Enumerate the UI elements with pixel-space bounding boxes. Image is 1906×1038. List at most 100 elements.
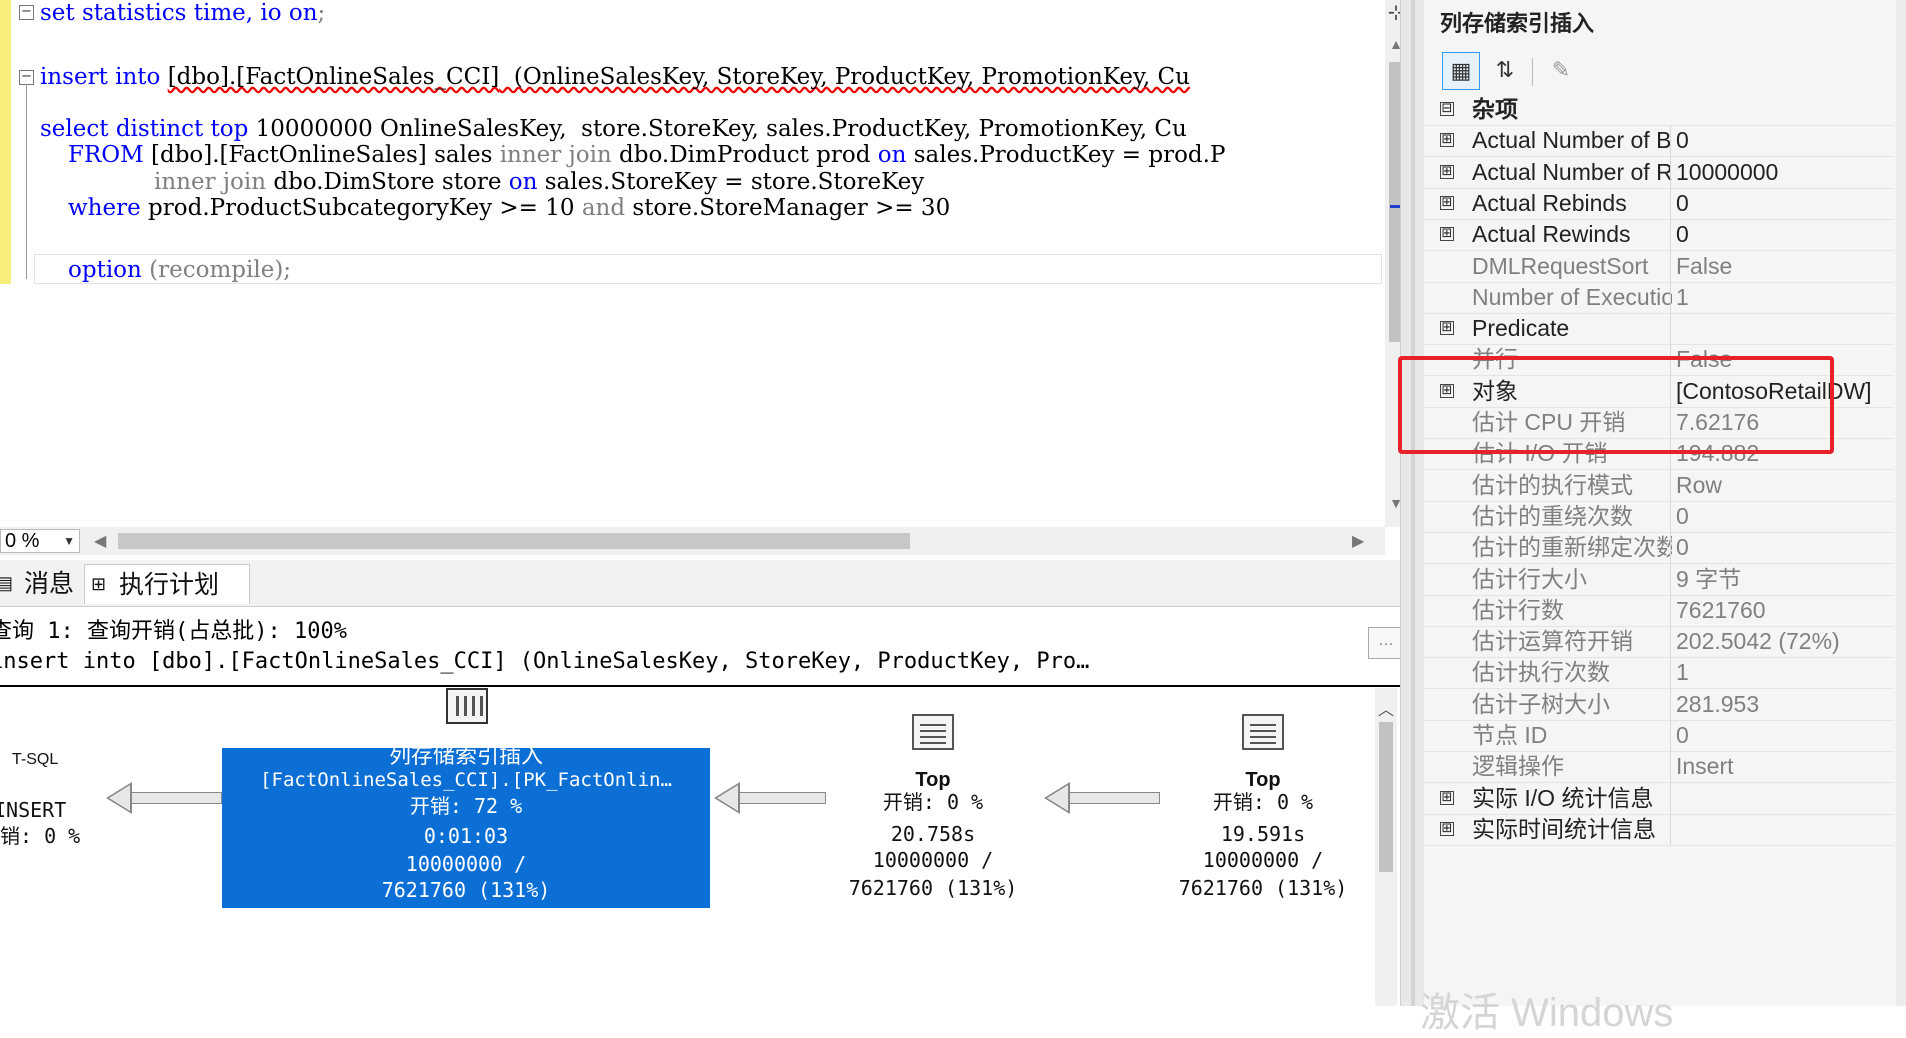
property-value[interactable]: 0 [1676,720,1896,751]
property-row[interactable]: ⊞ Actual Number of Batches0 [1424,125,1894,157]
sql-editor[interactable]: − − set statistics time, io on; insert i… [0,0,1385,527]
property-name: 估计的重绕次数 [1472,503,1633,529]
property-value[interactable]: 281.953 [1676,689,1896,720]
fold-toggle-icon[interactable]: − [19,70,34,85]
property-row[interactable]: Number of Executions1 [1424,282,1894,314]
property-row[interactable]: ⊟ 杂项 [1424,94,1894,126]
scroll-right-icon[interactable]: ▶ [1352,531,1364,551]
property-row[interactable]: 估计的执行模式 Row [1424,470,1894,502]
property-row[interactable]: 估计行大小 9 字节 [1424,564,1894,596]
expand-icon[interactable]: ⊞ [1440,165,1454,179]
property-name: 杂项 [1472,96,1518,122]
fold-toggle-icon[interactable]: − [19,5,34,20]
property-row[interactable]: 估计的重绕次数 0 [1424,501,1894,533]
property-value[interactable]: 0 [1676,219,1896,250]
property-value[interactable]: 0 [1676,532,1896,563]
property-value[interactable]: 1 [1676,657,1896,688]
fold-guide [26,84,27,279]
property-value[interactable]: Row [1676,470,1896,501]
property-row[interactable]: ⊞ 实际 I/O 统计信息 [1424,783,1894,815]
property-name: Actual Rebinds [1472,190,1627,216]
collapse-icon[interactable]: ⊟ [1440,102,1454,116]
columnstore-insert-node[interactable]: 列存储索引插入 [FactOnlineSales_CCI].[PK_FactOn… [222,743,710,908]
expand-icon[interactable]: ⊞ [1440,133,1454,147]
properties-title: 列存储索引插入 [1440,11,1595,36]
expand-icon[interactable]: ⊞ [1440,321,1454,335]
top1-node-cost: 开销: 0 % [882,790,984,814]
wrench-icon[interactable]: ✎ [1542,52,1580,90]
plan-vertical-scrollbar[interactable]: ︿ [1375,688,1397,1006]
properties-toolbar: ▦ ⇅ ✎ [1424,48,1906,96]
execution-plan-canvas[interactable]: T-SQL INSERT 开销: 0 % 列存储索引插入 [FactOnline… [0,688,1375,1006]
property-row[interactable]: 逻辑操作 Insert [1424,751,1894,783]
property-name: Actual Number of Rows [1472,159,1672,185]
property-row[interactable]: ⊞ Actual Rebinds 0 [1424,188,1894,220]
tsql-node-op[interactable]: INSERT [0,796,66,824]
cci-node-time: 0:01:03 [423,824,509,848]
top-operator-icon[interactable] [912,714,954,750]
column-divider [1670,564,1671,595]
tsql-node-cost: 开销: 0 % [0,824,81,848]
tab-execution-plan[interactable]: ⊞ 执行计划 [84,564,250,604]
property-row[interactable]: 估计的重新绑定次数 0 [1424,532,1894,564]
property-name: 估计行大小 [1472,566,1587,592]
property-value[interactable]: 9 字节 [1676,564,1896,595]
expand-icon[interactable]: ⊞ [1440,196,1454,210]
horizontal-scroll-thumb[interactable] [118,533,910,549]
tsql-node-title[interactable]: T-SQL [12,746,72,774]
column-divider [1670,720,1671,751]
property-value[interactable]: 10000000 [1676,157,1896,188]
expand-icon[interactable]: ⊞ [1440,791,1454,805]
property-row[interactable]: 节点 ID 0 [1424,720,1894,752]
property-value[interactable]: 7621760 [1676,595,1896,626]
top2-node-time: 19.591s [1220,822,1306,846]
property-value[interactable]: 0 [1676,188,1896,219]
property-value[interactable]: Insert [1676,751,1896,782]
property-name: 估计行数 [1472,597,1564,623]
chevron-down-icon[interactable]: ▼ [63,530,75,552]
chevron-up-icon[interactable]: ︿ [1375,696,1397,720]
tab-messages[interactable]: ▤ 消息 [0,564,82,604]
expand-icon[interactable]: ⊞ [1440,227,1454,241]
property-row[interactable]: ⊞ Actual Number of Rows10000000 [1424,157,1894,189]
expand-button[interactable]: … [1368,627,1404,659]
top-operator-icon[interactable] [1242,714,1284,750]
columnstore-insert-icon[interactable] [446,688,488,724]
property-value[interactable]: 0 [1676,501,1896,532]
property-name: 估计的重新绑定次数 [1472,534,1672,560]
column-divider [1670,783,1671,814]
property-row[interactable]: ⊞ Actual Rewinds 0 [1424,219,1894,251]
property-name: 估计运算符开销 [1472,628,1633,654]
categorized-icon[interactable]: ▦ [1442,52,1480,90]
code-line-7: option (recompile); [68,257,292,283]
property-name: 估计的执行模式 [1472,472,1633,498]
property-name: 实际 I/O 统计信息 [1472,785,1654,811]
zoom-dropdown[interactable]: 0 % ▼ [0,529,80,553]
plan-scroll-thumb[interactable] [1379,722,1393,872]
pane-splitter[interactable] [1400,0,1424,1006]
property-row[interactable]: 估计运算符开销 202.5042 (72%) [1424,626,1894,658]
property-value[interactable]: False [1676,251,1896,282]
property-value[interactable]: 1 [1676,282,1896,313]
property-value[interactable]: 202.5042 (72%) [1676,626,1896,657]
column-divider [1670,313,1671,344]
property-row[interactable]: 估计执行次数 1 [1424,657,1894,689]
execution-plan-icon: ⊞ [91,574,107,594]
column-divider [1670,532,1671,563]
plan-query-header: 查询 1: 查询开销(占总批): 100% insert into [dbo].… [0,607,1404,687]
top1-node-time: 20.758s [890,822,976,846]
property-value[interactable]: 0 [1676,125,1896,156]
flow-arrow [106,782,222,814]
property-row[interactable]: 估计行数 7621760 [1424,595,1894,627]
property-row[interactable]: ⊞ Predicate [1424,313,1894,345]
column-divider [1670,689,1671,720]
property-row[interactable]: ⊞ 实际时间统计信息 [1424,814,1894,846]
properties-scrollbar[interactable] [1896,0,1906,1006]
sort-alphabetical-icon[interactable]: ⇅ [1486,52,1524,90]
scroll-left-icon[interactable]: ◀ [94,531,106,551]
expand-icon[interactable]: ⊞ [1440,822,1454,836]
property-row[interactable]: 估计子树大小 281.953 [1424,689,1894,721]
property-name: 估计子树大小 [1472,691,1610,717]
property-name: 估计执行次数 [1472,659,1610,685]
property-row[interactable]: DMLRequestSort False [1424,251,1894,283]
